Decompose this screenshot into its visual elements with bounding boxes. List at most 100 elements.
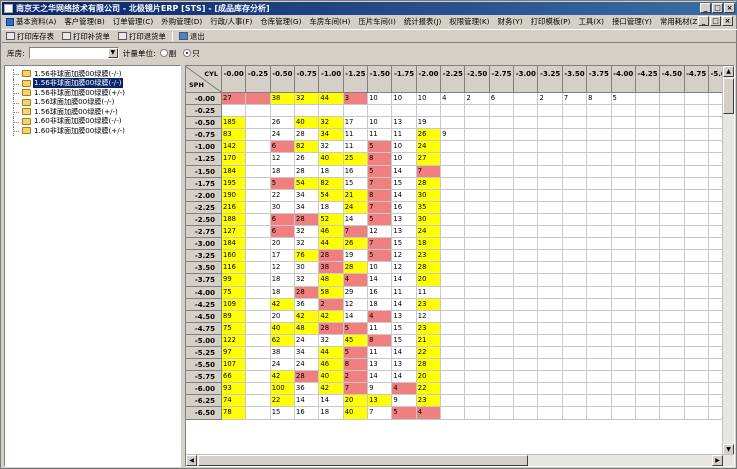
stock-cell[interactable] bbox=[562, 395, 588, 408]
stock-cell[interactable]: 23 bbox=[416, 322, 442, 335]
cyl-header[interactable]: -2.25 bbox=[441, 66, 466, 93]
stock-cell[interactable] bbox=[635, 238, 661, 251]
stock-cell[interactable]: 18 bbox=[319, 165, 344, 178]
stock-cell[interactable] bbox=[660, 177, 685, 190]
stock-cell[interactable] bbox=[635, 286, 661, 299]
stock-cell[interactable] bbox=[514, 141, 539, 154]
stock-cell[interactable]: 12 bbox=[416, 310, 442, 323]
stock-cell[interactable]: 75 bbox=[222, 286, 247, 299]
stock-cell[interactable] bbox=[538, 274, 563, 287]
stock-cell[interactable]: 9 bbox=[441, 129, 466, 142]
sph-header[interactable]: -4.75 bbox=[186, 322, 222, 335]
stock-cell[interactable] bbox=[562, 262, 588, 275]
stock-cell[interactable]: 32 bbox=[295, 238, 320, 251]
stock-cell[interactable]: 32 bbox=[319, 334, 344, 347]
stock-cell[interactable]: 188 bbox=[222, 213, 247, 227]
tree-node[interactable]: 1.60非球面加膜00绿膜(+/-) bbox=[8, 126, 180, 136]
stock-cell[interactable]: 48 bbox=[319, 274, 344, 287]
cyl-header[interactable]: -3.50 bbox=[562, 66, 588, 93]
stock-cell[interactable] bbox=[684, 395, 709, 408]
stock-cell[interactable] bbox=[465, 383, 490, 396]
stock-cell[interactable]: 14 bbox=[392, 274, 417, 287]
stock-cell[interactable]: 7 bbox=[368, 238, 393, 251]
stock-cell[interactable]: 13 bbox=[392, 117, 417, 130]
stock-cell[interactable]: 7 bbox=[368, 177, 393, 190]
stock-cell[interactable] bbox=[514, 226, 539, 239]
stock-cell[interactable] bbox=[660, 383, 685, 396]
stock-cell[interactable]: 24 bbox=[295, 359, 320, 372]
stock-cell[interactable] bbox=[514, 117, 539, 130]
stock-cell[interactable] bbox=[514, 407, 539, 420]
stock-cell[interactable]: 14 bbox=[343, 310, 369, 323]
stock-cell[interactable]: 62 bbox=[270, 334, 296, 347]
stock-cell[interactable] bbox=[246, 298, 271, 311]
stock-cell[interactable] bbox=[441, 165, 466, 178]
stock-cell[interactable]: 78 bbox=[222, 407, 247, 420]
stock-cell[interactable] bbox=[514, 153, 539, 166]
stock-cell[interactable] bbox=[441, 322, 466, 335]
stock-cell[interactable]: 10 bbox=[392, 141, 417, 154]
stock-cell[interactable] bbox=[538, 383, 563, 396]
stock-cell[interactable]: 15 bbox=[270, 407, 296, 420]
stock-cell[interactable] bbox=[611, 177, 636, 190]
sph-header[interactable]: -2.50 bbox=[186, 213, 222, 227]
stock-cell[interactable] bbox=[611, 286, 636, 299]
stock-cell[interactable] bbox=[514, 359, 539, 372]
stock-cell[interactable] bbox=[441, 274, 466, 287]
cyl-header[interactable]: -2.00 bbox=[416, 66, 442, 93]
cyl-header[interactable]: -3.00 bbox=[514, 66, 539, 93]
stock-cell[interactable]: 7 bbox=[368, 201, 393, 214]
stock-cell[interactable] bbox=[441, 371, 466, 384]
stock-cell[interactable] bbox=[660, 153, 685, 166]
stock-cell[interactable] bbox=[538, 177, 563, 190]
stock-cell[interactable] bbox=[562, 213, 588, 227]
stock-cell[interactable] bbox=[489, 310, 515, 323]
stock-cell[interactable] bbox=[611, 262, 636, 275]
stock-cell[interactable] bbox=[368, 105, 393, 118]
stock-cell[interactable] bbox=[441, 213, 466, 227]
stock-cell[interactable] bbox=[489, 105, 515, 118]
stock-cell[interactable] bbox=[684, 286, 709, 299]
stock-cell[interactable] bbox=[587, 262, 612, 275]
stock-cell[interactable]: 10 bbox=[368, 262, 393, 275]
stock-cell[interactable]: 24 bbox=[416, 141, 442, 154]
stock-cell[interactable] bbox=[635, 165, 661, 178]
stock-cell[interactable]: 30 bbox=[416, 213, 442, 227]
stock-cell[interactable]: 28 bbox=[416, 177, 442, 190]
stock-cell[interactable] bbox=[660, 371, 685, 384]
stock-cell[interactable]: 13 bbox=[392, 213, 417, 227]
sph-header[interactable]: -0.00 bbox=[186, 93, 222, 106]
stock-cell[interactable] bbox=[489, 250, 515, 263]
stock-cell[interactable] bbox=[660, 322, 685, 335]
stock-cell[interactable] bbox=[562, 346, 588, 360]
stock-cell[interactable] bbox=[587, 383, 612, 396]
stock-cell[interactable] bbox=[684, 238, 709, 251]
stock-cell[interactable] bbox=[514, 165, 539, 178]
stock-cell[interactable] bbox=[246, 322, 271, 335]
stock-cell[interactable] bbox=[465, 226, 490, 239]
stock-cell[interactable] bbox=[538, 226, 563, 239]
stock-cell[interactable]: 10 bbox=[392, 153, 417, 166]
horizontal-scrollbar[interactable]: ◀ ▶ bbox=[186, 454, 734, 466]
stock-cell[interactable]: 11 bbox=[343, 141, 369, 154]
stock-cell[interactable] bbox=[514, 274, 539, 287]
stock-cell[interactable] bbox=[587, 105, 612, 118]
stock-cell[interactable] bbox=[684, 371, 709, 384]
stock-cell[interactable]: 45 bbox=[343, 334, 369, 347]
stock-cell[interactable]: 116 bbox=[222, 262, 247, 275]
stock-cell[interactable]: 58 bbox=[319, 286, 344, 299]
stock-cell[interactable] bbox=[660, 286, 685, 299]
stock-cell[interactable]: 13 bbox=[392, 226, 417, 239]
close-button[interactable]: × bbox=[724, 3, 735, 13]
stock-cell[interactable]: 30 bbox=[270, 201, 296, 214]
stock-cell[interactable] bbox=[562, 286, 588, 299]
stock-cell[interactable] bbox=[465, 371, 490, 384]
stock-cell[interactable]: 15 bbox=[392, 177, 417, 190]
stock-cell[interactable]: 28 bbox=[319, 250, 344, 263]
stock-cell[interactable] bbox=[587, 310, 612, 323]
sph-header[interactable]: -2.00 bbox=[186, 189, 222, 202]
stock-cell[interactable] bbox=[441, 238, 466, 251]
stock-cell[interactable] bbox=[562, 322, 588, 335]
stock-cell[interactable] bbox=[684, 129, 709, 142]
stock-cell[interactable] bbox=[246, 346, 271, 360]
